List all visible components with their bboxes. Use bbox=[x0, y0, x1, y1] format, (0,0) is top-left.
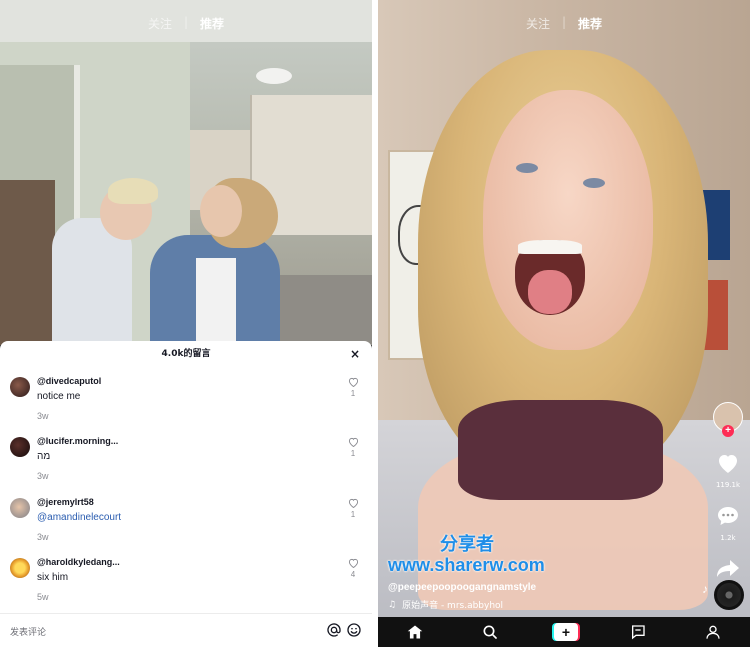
music-disc[interactable] bbox=[714, 580, 744, 610]
comment-username[interactable]: @lucifer.morning... bbox=[37, 436, 118, 446]
bottom-nav: + bbox=[378, 617, 750, 647]
nav-discover[interactable] bbox=[478, 620, 502, 644]
music-title: 原始声音 - mrs.abbyhol bbox=[402, 601, 504, 611]
avatar[interactable] bbox=[10, 558, 30, 578]
tab-for-you[interactable]: 推荐 bbox=[200, 15, 224, 32]
tab-following[interactable]: 关注 bbox=[526, 15, 550, 32]
music-note-icon: ♫ bbox=[388, 599, 397, 610]
follow-plus-icon[interactable]: + bbox=[722, 425, 734, 437]
comment-item: @divedcaputol notice me 3w 1 bbox=[0, 373, 372, 433]
comment-time: 3w bbox=[37, 411, 49, 421]
video-person-eye bbox=[583, 178, 605, 188]
heart-outline-icon bbox=[348, 377, 358, 387]
video-person-1-hair bbox=[108, 178, 158, 204]
like-button[interactable]: 1 bbox=[346, 377, 360, 398]
comment-text: notice me bbox=[37, 391, 81, 402]
like-count: 119.1k bbox=[715, 481, 741, 489]
comments-count-title: 4.0k的留言 bbox=[161, 349, 211, 359]
comment-mention-link[interactable]: @amandinelecourt bbox=[37, 512, 121, 523]
profile-icon bbox=[706, 625, 720, 639]
dance-video[interactable]: 关注 | 推荐 bbox=[0, 0, 372, 345]
video-actions-rail: + 119.1k 1.2k 分享 bbox=[712, 402, 744, 595]
video-person-eye bbox=[516, 163, 538, 173]
like-button[interactable]: 1 bbox=[346, 437, 360, 458]
search-icon bbox=[483, 625, 497, 639]
creator-avatar[interactable]: + bbox=[713, 402, 743, 437]
like-button[interactable]: 1 bbox=[346, 498, 360, 519]
mention-at-icon[interactable] bbox=[326, 622, 342, 638]
feed-tabs: 关注 | 推荐 bbox=[378, 15, 750, 32]
comment-text: six him bbox=[37, 572, 69, 583]
heart-outline-icon bbox=[348, 498, 358, 508]
comment-time: 5w bbox=[37, 592, 49, 602]
comment-time: 3w bbox=[37, 471, 49, 481]
feed-tabs: 关注 | 推荐 bbox=[0, 15, 372, 32]
like-button[interactable]: 119.1k bbox=[712, 452, 744, 489]
comment-username[interactable]: @jeremylrt58 bbox=[37, 497, 94, 507]
music-info[interactable]: ♫ 原始声音 - mrs.abbyhol bbox=[388, 598, 504, 612]
heart-outline-icon bbox=[348, 558, 358, 568]
emoji-icon[interactable] bbox=[346, 622, 362, 638]
heart-outline-icon bbox=[348, 437, 358, 447]
comment-item: @haroldkyledang... six him 5w 4 bbox=[0, 554, 372, 614]
share-arrow-icon bbox=[717, 560, 739, 577]
video-scene-door bbox=[0, 180, 55, 345]
heart-icon bbox=[719, 455, 737, 473]
comment-time: 3w bbox=[37, 532, 49, 542]
video-username[interactable]: @peepeepoopoogangnamstyle bbox=[388, 582, 536, 593]
nav-home[interactable] bbox=[403, 620, 427, 644]
comment-count: 1.2k bbox=[720, 534, 736, 542]
video-person-2-shirt bbox=[196, 258, 236, 345]
like-button[interactable]: 4 bbox=[346, 558, 360, 579]
like-count: 1 bbox=[350, 449, 356, 458]
like-count: 1 bbox=[350, 389, 356, 398]
comment-text: מה bbox=[37, 451, 51, 462]
video-person-teeth bbox=[518, 240, 582, 254]
nav-create[interactable]: + bbox=[551, 620, 580, 644]
watermark-cn: 分享者 bbox=[440, 534, 494, 555]
avatar[interactable] bbox=[10, 498, 30, 518]
avatar[interactable] bbox=[10, 377, 30, 397]
comments-header: 4.0k的留言 × bbox=[0, 341, 372, 367]
right-phone-screen: 关注 | 推荐 + 119.1k 1.2k 分享 分享者 www.sharerw… bbox=[378, 0, 750, 647]
watermark-url: www.sharerw.com bbox=[388, 555, 545, 575]
like-count: 4 bbox=[350, 570, 356, 579]
floating-music-note-icon: ♪ bbox=[702, 582, 708, 596]
video-person-tongue bbox=[528, 270, 572, 314]
comment-username[interactable]: @divedcaputol bbox=[37, 376, 101, 386]
plus-icon: + bbox=[553, 623, 578, 641]
tab-separator: | bbox=[561, 15, 567, 29]
comment-username[interactable]: @haroldkyledang... bbox=[37, 557, 120, 567]
close-icon[interactable]: × bbox=[350, 341, 360, 367]
comment-button[interactable]: 1.2k bbox=[712, 505, 744, 542]
home-icon bbox=[407, 625, 423, 639]
create-plus-button[interactable]: + bbox=[551, 623, 580, 641]
tab-separator: | bbox=[183, 15, 189, 29]
nav-inbox[interactable] bbox=[626, 620, 650, 644]
nav-profile[interactable] bbox=[701, 620, 725, 644]
video-person-2-head bbox=[200, 185, 242, 237]
comment-item: @jeremylrt58 @amandinelecourt 3w 1 bbox=[0, 494, 372, 554]
video-scene-lamp bbox=[256, 68, 292, 84]
comment-item: @lucifer.morning... מה 3w 1 bbox=[0, 433, 372, 493]
video-person-top bbox=[458, 400, 663, 500]
comment-input-bar[interactable]: 发表评论 bbox=[0, 613, 372, 647]
inbox-message-icon bbox=[632, 625, 646, 640]
tab-following[interactable]: 关注 bbox=[148, 15, 172, 32]
video-scene-counter bbox=[270, 275, 372, 345]
tab-for-you[interactable]: 推荐 bbox=[578, 15, 602, 32]
comment-input-placeholder[interactable]: 发表评论 bbox=[10, 625, 46, 638]
comments-panel: 4.0k的留言 × @divedcaputol notice me 3w 1 @… bbox=[0, 341, 372, 647]
comment-bubble-icon bbox=[718, 507, 738, 525]
avatar[interactable] bbox=[10, 437, 30, 457]
video-person-face bbox=[483, 90, 653, 350]
left-phone-screen: 关注 | 推荐 4.0k的留言 × @divedcaputol notice m… bbox=[0, 0, 372, 647]
like-count: 1 bbox=[350, 510, 356, 519]
